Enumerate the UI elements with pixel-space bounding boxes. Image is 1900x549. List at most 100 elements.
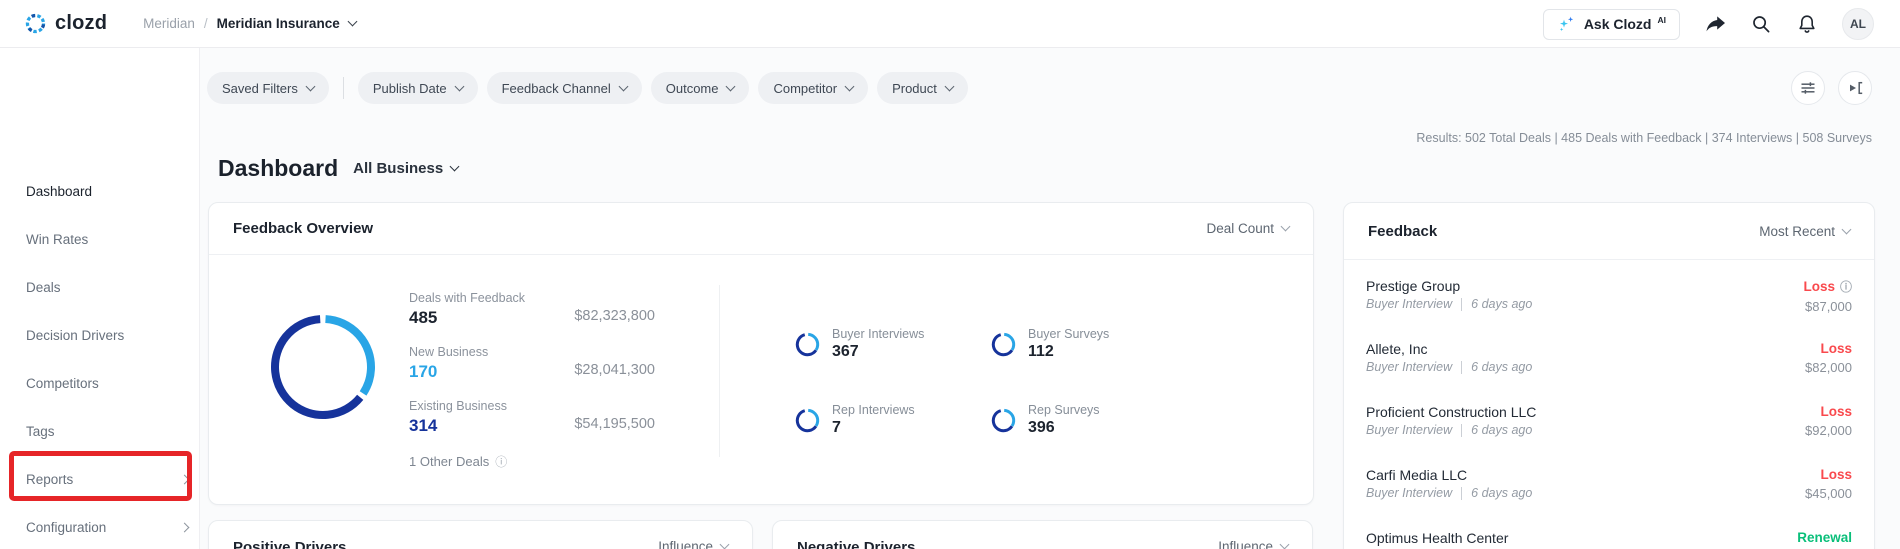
entry-subline: Buyer Interview 6 days ago [1366,423,1852,437]
collapse-panel-icon [1846,79,1864,97]
filter-chip[interactable]: Competitor [758,72,868,104]
channel-value: 396 [1028,419,1100,437]
bell-icon [1797,14,1817,35]
filter-chip[interactable]: Product [877,72,968,104]
sidebar-item[interactable]: Configuration [26,514,188,540]
chevron-down-icon[interactable] [347,17,357,27]
info-icon[interactable]: ⓘ [1840,278,1852,295]
sidebar-item[interactable]: Decision Drivers [26,322,188,348]
filter-bar: Saved Filters Publish Date Feedback Chan… [207,72,968,104]
outcome-label: Loss [1820,467,1852,482]
avatar[interactable]: AL [1842,8,1874,40]
entry-amount: $82,000 [1805,360,1852,375]
chevron-down-icon [1842,224,1852,234]
channel-value: 112 [1028,343,1109,361]
negative-drivers-card: Negative Drivers Influence [772,520,1313,549]
influence-selector[interactable]: Influence [658,539,728,549]
outcome-badge: Renewal [1797,530,1852,545]
sort-selector[interactable]: Most Recent [1759,224,1850,239]
mini-donut-icon [990,407,1017,434]
filter-chips: Publish Date Feedback Channel Outcome Co… [358,72,968,104]
chevron-right-icon [180,522,190,532]
entry-subline: Buyer Interview 6 days ago [1366,486,1852,500]
deals-donut-chart[interactable] [265,309,381,425]
influence-label: Influence [1218,539,1273,549]
filter-chip-label: Feedback Channel [502,81,611,96]
feedback-entry[interactable]: Optimus Health Center Renewal [1366,524,1852,549]
collapse-panel-button[interactable] [1838,71,1872,105]
sidebar-item-label: Reports [26,472,73,487]
entry-subline: Buyer Interview 6 days ago [1366,360,1852,374]
stat-row: New Business 170 $28,041,300 [409,345,655,399]
sidebar-item[interactable]: Competitors [26,370,188,396]
feedback-entries: Prestige Group Buyer Interview 6 days ag… [1344,260,1874,549]
stat-label: New Business [409,345,655,359]
results-summary: Results: 502 Total Deals | 485 Deals wit… [1416,131,1872,145]
chevron-down-icon [305,81,315,91]
brand-wordmark: clozd [55,12,107,35]
sidebar-item[interactable]: Dashboard [26,178,188,204]
search-button[interactable] [1750,13,1772,35]
ask-clozd-label: Ask Clozd [1584,16,1652,32]
entry-channel: Buyer Interview [1366,360,1452,374]
channel-stat: Buyer Surveys 112 [990,324,1109,364]
sidebar-item-label: Win Rates [26,232,88,247]
filter-chip[interactable]: Feedback Channel [487,72,642,104]
sparkle-icon [1557,15,1576,34]
stat-amount: $28,041,300 [574,362,655,378]
chevron-right-icon [180,474,190,484]
feedback-entry[interactable]: Carfi Media LLC Buyer Interview 6 days a… [1366,461,1852,524]
channel-value: 367 [832,343,924,361]
outcome-label: Loss [1803,279,1835,294]
view-actions [1791,71,1872,105]
channel-label: Rep Surveys [1028,403,1100,417]
breadcrumb-current[interactable]: Meridian Insurance [217,16,340,31]
sidebar-item[interactable]: Reports [26,466,188,492]
feedback-entry[interactable]: Allete, Inc Buyer Interview 6 days ago L… [1366,335,1852,398]
sidebar-item[interactable]: Tags [26,418,188,444]
channel-label: Rep Interviews [832,403,915,417]
sidebar-item-label: Tags [26,424,55,439]
chevron-down-icon [618,81,628,91]
filter-chip[interactable]: Publish Date [358,72,478,104]
sidebar-item[interactable]: Deals [26,274,188,300]
stat-amount: $82,323,800 [574,308,655,324]
stat-row: Existing Business 314 $54,195,500 [409,399,655,453]
mini-donut-icon [990,331,1017,358]
share-button[interactable] [1704,13,1726,35]
deal-count-selector[interactable]: Deal Count [1206,221,1289,236]
sidebar-item-label: Competitors [26,376,99,391]
chevron-down-icon [845,81,855,91]
saved-filters-chip[interactable]: Saved Filters [207,72,329,104]
filter-settings-button[interactable] [1791,71,1825,105]
entry-amount: $87,000 [1803,299,1852,314]
feedback-entry[interactable]: Prestige Group Buyer Interview 6 days ag… [1366,272,1852,335]
channel-label: Buyer Surveys [1028,327,1109,341]
entry-time: 6 days ago [1471,297,1532,311]
ask-clozd-button[interactable]: Ask ClozdAI [1543,9,1680,40]
entry-time: 6 days ago [1471,486,1532,500]
outcome-badge: Loss [1805,467,1852,482]
sidebar-item[interactable]: Win Rates [26,226,188,252]
outcome-label: Loss [1820,404,1852,419]
subline-divider [1461,361,1462,374]
channel-stat: Rep Interviews 7 [794,400,990,440]
entry-channel: Buyer Interview [1366,423,1452,437]
feedback-card: Feedback Most Recent Prestige Group Buye… [1343,202,1875,549]
clozd-logo-icon [24,12,47,35]
channel-stat: Buyer Interviews 367 [794,324,990,364]
influence-selector[interactable]: Influence [1218,539,1288,549]
card-title: Feedback [1368,223,1437,240]
notifications-button[interactable] [1796,13,1818,35]
breadcrumb-parent[interactable]: Meridian [143,16,195,31]
info-icon[interactable]: ⓘ [495,453,507,470]
subline-divider [1461,487,1462,500]
stat-label: Existing Business [409,399,655,413]
scope-selector[interactable]: All Business [353,160,458,177]
outcome-label: Renewal [1797,530,1852,545]
chevron-down-icon [726,81,736,91]
feedback-entry[interactable]: Proficient Construction LLC Buyer Interv… [1366,398,1852,461]
top-bar: clozd Meridian / Meridian Insurance Ask … [0,0,1900,48]
filter-chip[interactable]: Outcome [651,72,750,104]
clozd-logo[interactable]: clozd [24,12,107,35]
